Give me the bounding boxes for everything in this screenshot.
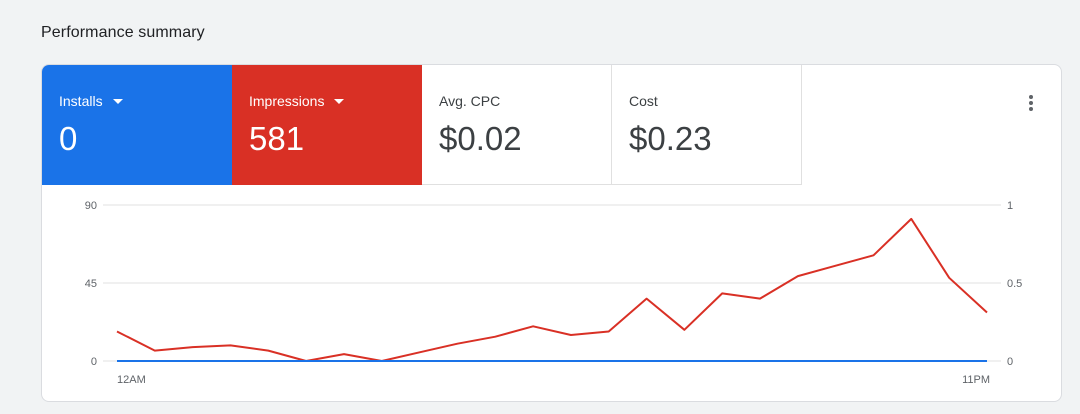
- more-dot: [1029, 95, 1033, 99]
- performance-line-chart: 0 45 90 0 0.5 1 12AM 11PM: [85, 200, 1023, 386]
- metric-avg-cpc-label: Avg. CPC: [439, 93, 501, 109]
- metric-impressions[interactable]: Impressions 581: [232, 65, 422, 185]
- y-axis-right-tick-label: 1: [1007, 200, 1013, 212]
- metric-installs-value: 0: [59, 120, 78, 157]
- metric-avg-cpc[interactable]: Avg. CPC $0.02: [422, 65, 612, 185]
- y-axis-right-tick-label: 0: [1007, 356, 1013, 368]
- metric-installs-label-row: Installs: [59, 93, 231, 109]
- x-axis-tick-label: 12AM: [117, 374, 146, 386]
- y-axis-left-tick-label: 90: [85, 200, 97, 212]
- metric-impressions-label-row: Impressions: [249, 93, 421, 109]
- dropdown-arrow-icon[interactable]: [112, 99, 123, 104]
- metric-cost-label: Cost: [629, 93, 658, 109]
- metric-installs[interactable]: Installs 0: [42, 65, 232, 185]
- more-vert-icon[interactable]: [1021, 89, 1041, 117]
- metric-cost-value: $0.23: [629, 120, 712, 157]
- more-dot: [1029, 107, 1033, 111]
- page-title: Performance summary: [41, 24, 205, 41]
- metric-avg-cpc-value: $0.02: [439, 120, 522, 157]
- metric-impressions-value: 581: [249, 120, 305, 157]
- dropdown-arrow-icon[interactable]: [334, 99, 345, 104]
- x-axis-tick-label: 11PM: [962, 374, 990, 386]
- metric-tabs: Installs 0 Impressions 581 Avg. CPC $0.0…: [42, 65, 802, 185]
- metric-impressions-label: Impressions: [249, 93, 325, 109]
- y-axis-left-tick-label: 45: [85, 278, 97, 290]
- series-line-impressions: [116, 217, 988, 362]
- metric-cost[interactable]: Cost $0.23: [612, 65, 802, 185]
- metric-installs-label: Installs: [59, 93, 103, 109]
- more-dot: [1029, 101, 1033, 105]
- performance-card: Installs 0 Impressions 581 Avg. CPC $0.0…: [41, 64, 1062, 402]
- y-axis-right-tick-label: 0.5: [1007, 278, 1022, 290]
- y-axis-left-tick-label: 0: [91, 356, 97, 368]
